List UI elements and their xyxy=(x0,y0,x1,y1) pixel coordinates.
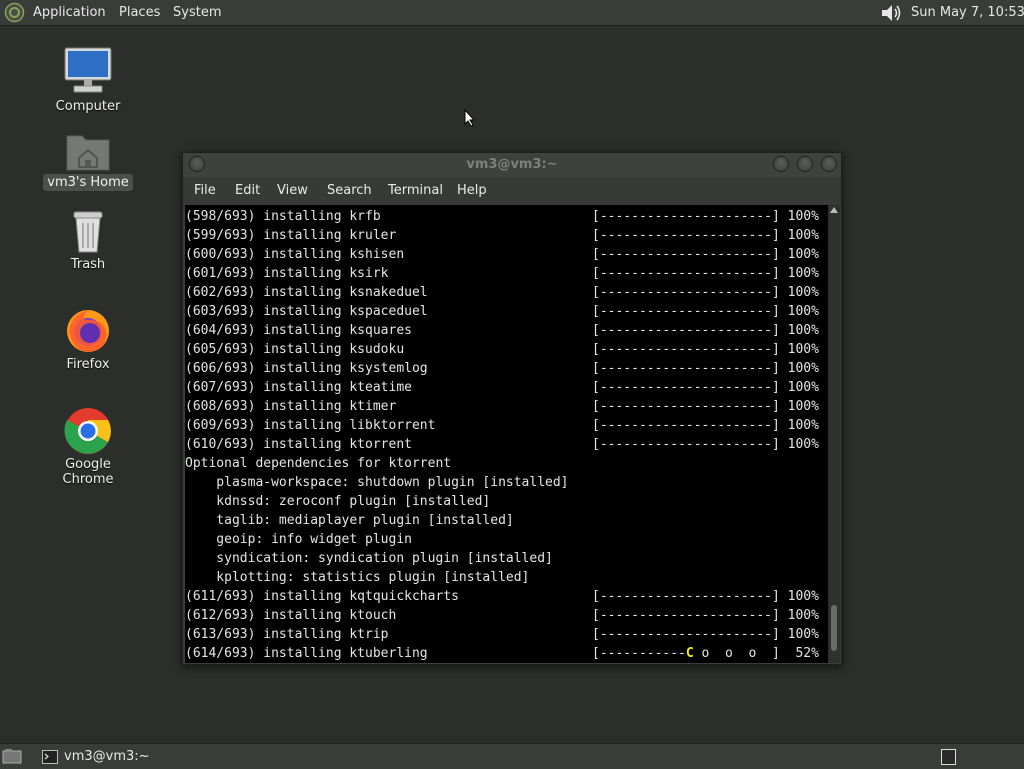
menu-edit[interactable]: Edit xyxy=(235,177,260,205)
scrollbar-thumb[interactable] xyxy=(831,605,837,651)
terminal-line: (610/693) installing ktorrent [---------… xyxy=(185,437,819,452)
clock[interactable]: Sun May 7, 10:53 xyxy=(911,0,1024,25)
terminal-line: (599/693) installing kruler [-----------… xyxy=(185,228,819,243)
desktop-icon-label: Trash xyxy=(70,257,106,272)
home-folder-icon xyxy=(66,135,110,171)
terminal-output[interactable]: (598/693) installing krfb [-------------… xyxy=(185,205,828,663)
terminal-line: (605/693) installing ksudoku [----------… xyxy=(185,342,819,357)
window-title: vm3@vm3:~ xyxy=(466,157,558,172)
terminal-line: Optional dependencies for ktorrent xyxy=(185,456,452,471)
system-menu[interactable]: System xyxy=(173,0,221,25)
desktop-icon-computer[interactable]: Computer xyxy=(38,46,138,115)
desktop-icon-firefox[interactable]: Firefox xyxy=(38,306,138,373)
terminal-menubar: File Edit View Search Terminal Help xyxy=(183,177,841,205)
places-menu[interactable]: Places xyxy=(119,0,160,25)
menu-file[interactable]: File xyxy=(194,177,216,205)
terminal-line: syndication: syndication plugin [install… xyxy=(185,551,553,566)
terminal-line: (612/693) installing ktouch [-----------… xyxy=(185,608,819,623)
terminal-icon xyxy=(42,749,58,764)
window-titlebar[interactable]: vm3@vm3:~ xyxy=(183,153,841,177)
terminal-line: (603/693) installing kspaceduel [-------… xyxy=(185,304,819,319)
computer-icon xyxy=(64,47,112,93)
desktop-icon-label: vm3's Home xyxy=(43,174,133,191)
desktop-icon-home[interactable]: vm3's Home xyxy=(38,128,138,191)
workspace-switcher[interactable] xyxy=(941,749,956,765)
scroll-up-arrow-icon[interactable] xyxy=(830,207,838,213)
terminal-line: kplotting: statistics plugin [installed] xyxy=(185,570,530,585)
terminal-line: (608/693) installing ktimer [-----------… xyxy=(185,399,819,414)
applications-menu[interactable]: Applications xyxy=(33,0,105,25)
terminal-scrollbar[interactable] xyxy=(828,205,840,663)
terminal-line: (606/693) installing ksystemlog [-------… xyxy=(185,361,819,376)
taskbar-item-label: vm3@vm3:~ xyxy=(64,749,150,764)
terminal-line-progress: (614/693) installing ktuberling [-------… xyxy=(185,644,819,663)
terminal-line: (613/693) installing ktrip [------------… xyxy=(185,627,819,642)
menu-terminal[interactable]: Terminal xyxy=(388,177,443,205)
terminal-window[interactable]: vm3@vm3:~ File Edit View Search Terminal… xyxy=(182,152,842,665)
terminal-line: plasma-workspace: shutdown plugin [insta… xyxy=(185,475,569,490)
desktop-icon-label: Computer xyxy=(55,99,121,114)
pacman-progress-icon: C xyxy=(685,646,694,661)
top-panel: Applications Places System Sun May 7, 10… xyxy=(0,0,1024,26)
terminal-lines: (598/693) installing krfb [-------------… xyxy=(185,207,819,663)
volume-icon[interactable] xyxy=(879,3,903,23)
progress-suffix: o o o ] 52% xyxy=(693,646,819,661)
terminal-line: (602/693) installing ksnakeduel [-------… xyxy=(185,285,819,300)
menu-search[interactable]: Search xyxy=(327,177,372,205)
desktop-icon-label: Firefox xyxy=(66,357,110,372)
mate-logo-icon[interactable] xyxy=(4,2,25,23)
mouse-cursor-icon xyxy=(464,109,476,127)
firefox-icon xyxy=(67,310,109,352)
terminal-line: (601/693) installing ksirk [------------… xyxy=(185,266,819,281)
terminal-line: (609/693) installing libktorrent [------… xyxy=(185,418,819,433)
trash-icon xyxy=(73,211,103,253)
maximize-button[interactable] xyxy=(797,156,813,172)
bottom-panel: vm3@vm3:~ xyxy=(0,743,1024,769)
terminal-line: taglib: mediaplayer plugin [installed] xyxy=(185,513,514,528)
taskbar-item-terminal[interactable]: vm3@vm3:~ xyxy=(36,745,156,768)
terminal-line: (604/693) installing ksquares [---------… xyxy=(185,323,819,338)
terminal-line: (598/693) installing krfb [-------------… xyxy=(185,209,819,224)
menu-help[interactable]: Help xyxy=(457,177,487,205)
menu-view[interactable]: View xyxy=(277,177,308,205)
desktop-icon-label: Google Chrome xyxy=(62,457,114,487)
terminal-line: (600/693) installing kshisen [----------… xyxy=(185,247,819,262)
terminal-line: geoip: info widget plugin xyxy=(185,532,412,547)
terminal-line: (611/693) installing kqtquickcharts [---… xyxy=(185,589,819,604)
show-desktop-icon[interactable] xyxy=(2,748,22,764)
terminal-line: (607/693) installing kteatime [---------… xyxy=(185,380,819,395)
minimize-button[interactable] xyxy=(773,156,789,172)
desktop-icon-trash[interactable]: Trash xyxy=(38,208,138,273)
close-button[interactable] xyxy=(821,156,837,172)
terminal-line: kdnssd: zeroconf plugin [installed] xyxy=(185,494,491,509)
desktop-icon-chrome[interactable]: Google Chrome xyxy=(38,406,138,488)
progress-prefix: (614/693) installing ktuberling [-------… xyxy=(185,646,686,661)
chrome-icon xyxy=(64,408,111,454)
